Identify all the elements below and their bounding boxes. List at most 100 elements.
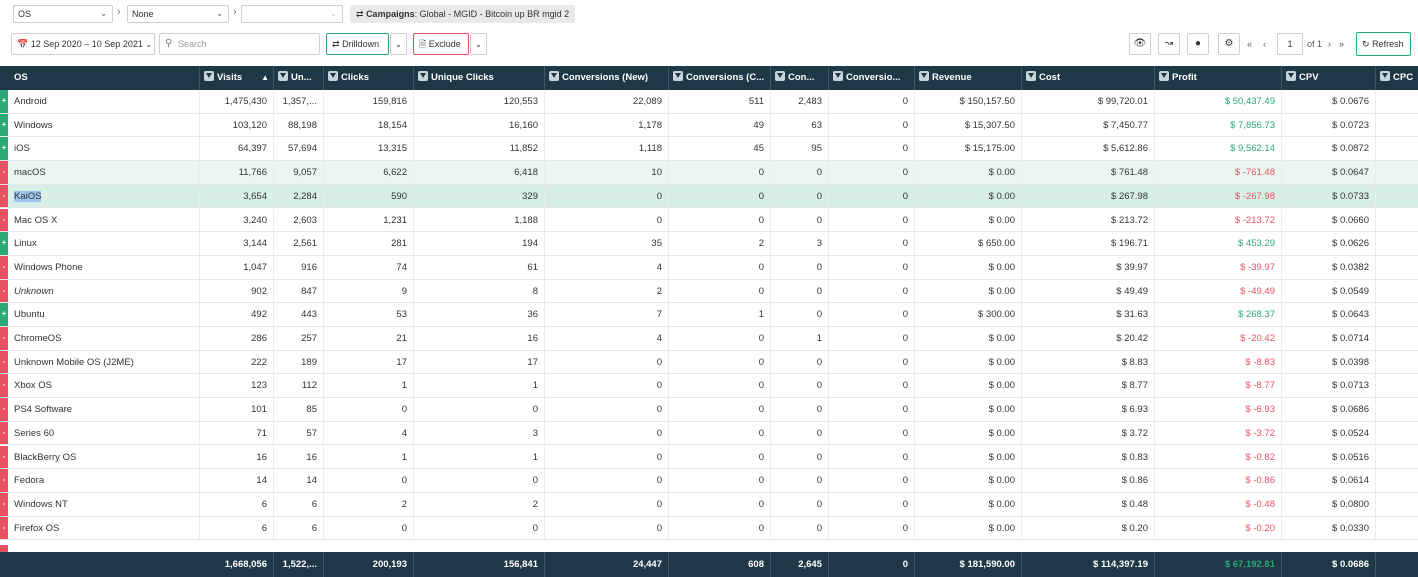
table-row[interactable]: - Unknown Mobile OS (J2ME) 222 189 17 17 0 0 0 0 $… bbox=[0, 350, 1418, 375]
group-select-1[interactable]: OS ⌄ bbox=[13, 5, 113, 23]
search-input[interactable]: ⚲ Search bbox=[159, 33, 320, 55]
table-row[interactable]: - Series 60 71 57 4 3 0 0 0 0 $ 0.00 $ 3.72 $ -3.72 $… bbox=[0, 421, 1418, 446]
column-header-cpc[interactable]: CPC bbox=[1376, 66, 1418, 90]
table-row[interactable]: - ChromeOS 286 257 21 16 4 0 1 0 $ 0.00 $ 20.42 $ -2… bbox=[0, 327, 1418, 351]
cell-conv-c: 0 bbox=[669, 398, 771, 422]
cell-uclicks: 36 bbox=[414, 303, 545, 327]
table-row[interactable]: - Firefox OS 6 6 0 0 0 0 0 0 $ 0.00 $ 0.20 $ -0.20 $ … bbox=[0, 516, 1418, 541]
page-input[interactable]: 1 bbox=[1277, 33, 1303, 55]
cell-profit: $ 7,856.73 bbox=[1155, 113, 1282, 137]
group-select-2[interactable]: None ⌄ bbox=[127, 5, 229, 23]
column-header-clicks[interactable]: Clicks bbox=[324, 66, 414, 90]
table-row[interactable]: + Android 1,475,430 1,357,... 159,816 120,553… bbox=[0, 90, 1418, 114]
cell-profit: $ -6.93 bbox=[1155, 398, 1282, 422]
filter-icon[interactable] bbox=[418, 71, 428, 81]
filter-icon[interactable] bbox=[833, 71, 843, 81]
cell-value: 9,057 bbox=[293, 167, 317, 179]
cell-conv-c: 0 bbox=[669, 445, 771, 469]
exclude-button[interactable]: 🗎 Exclude bbox=[413, 33, 469, 55]
column-header-cpv[interactable]: CPV bbox=[1282, 66, 1376, 90]
table-row[interactable]: - PS4 Software 101 85 0 0 0 0 0 0 $ 0.00 $ 6.93 $ -6… bbox=[0, 398, 1418, 422]
prev-page-icon[interactable]: ‹ bbox=[1263, 33, 1266, 55]
gear-icon[interactable]: ⚙ bbox=[1218, 33, 1240, 55]
column-header-visits[interactable]: Visits ▲ bbox=[200, 66, 274, 90]
cell-value: Xbox OS bbox=[14, 380, 53, 392]
cell-value: 0 bbox=[758, 380, 764, 392]
filter-icon[interactable] bbox=[1159, 71, 1169, 81]
column-header-cost[interactable]: Cost bbox=[1022, 66, 1155, 90]
column-header-unique-visits[interactable]: Un... bbox=[274, 66, 324, 90]
first-page-icon[interactable]: « bbox=[1247, 33, 1252, 55]
campaign-breadcrumb[interactable]: ⇄ Campaigns: Global - MGID - Bitcoin up … bbox=[350, 5, 576, 23]
eye-icon[interactable]: 👁 bbox=[1129, 33, 1151, 55]
drilldown-button[interactable]: ⇄ Drilldown bbox=[326, 33, 389, 55]
refresh-button[interactable]: ↻ Refresh bbox=[1356, 32, 1411, 56]
table-row[interactable]: + Windows 103,120 88,198 18,154 16,160 1,178 49… bbox=[0, 113, 1418, 138]
comment-icon[interactable]: ● bbox=[1187, 33, 1209, 55]
filter-icon[interactable] bbox=[1026, 71, 1036, 81]
cell-clicks: 1 bbox=[324, 374, 414, 398]
cell-os: Ubuntu bbox=[8, 303, 200, 327]
column-header-os[interactable]: OS bbox=[0, 66, 200, 90]
cell-profit: $ 50,437.49 bbox=[1155, 90, 1282, 113]
cell-visits: 6 bbox=[200, 516, 274, 540]
cell-value: $ 7,450.77 bbox=[1103, 119, 1148, 131]
filter-icon[interactable] bbox=[1286, 71, 1296, 81]
table-row[interactable]: + Ubuntu 492 443 53 36 7 1 0 0 $ 300.00 $ 31.63 $ 26… bbox=[0, 303, 1418, 327]
line-chart-icon[interactable]: ↝ bbox=[1158, 33, 1180, 55]
group-select-3[interactable]: ⌄ bbox=[241, 5, 343, 23]
cell-convo: 0 bbox=[829, 232, 915, 256]
cell-profit: $ -0.82 bbox=[1155, 445, 1282, 469]
filter-icon[interactable] bbox=[1380, 71, 1390, 81]
column-header-revenue[interactable]: Revenue bbox=[915, 66, 1022, 90]
table-row[interactable]: - Unknown 902 847 9 8 2 0 0 0 $ 0.00 $ 49.49 $ -49.4… bbox=[0, 279, 1418, 304]
column-header-con[interactable]: Con... bbox=[771, 66, 829, 90]
filter-icon[interactable] bbox=[204, 71, 214, 81]
filter-icon[interactable] bbox=[673, 71, 683, 81]
date-range-picker[interactable]: 📅 12 Sep 2020 – 10 Sep 2021 ⌄ bbox=[11, 33, 155, 55]
filter-icon[interactable] bbox=[328, 71, 338, 81]
table-row[interactable]: - macOS 11,766 9,057 6,622 6,418 10 0 0 0 $ 0.00 $ … bbox=[0, 161, 1418, 185]
table-header: OS Visits ▲ Un... Clicks Unique Clicks Co… bbox=[0, 66, 1418, 90]
exclude-dropdown-button[interactable]: ⌄ bbox=[470, 33, 487, 55]
cell-value: 74 bbox=[396, 261, 407, 273]
cell-cpv: $ 0.0516 bbox=[1282, 445, 1376, 469]
cell-value: 0 bbox=[532, 475, 538, 487]
filter-icon[interactable] bbox=[775, 71, 785, 81]
cell-value: $ -20.42 bbox=[1240, 333, 1275, 344]
cell-value: $ 0.0800 bbox=[1332, 498, 1369, 510]
cell-cpv: $ 0.0686 bbox=[1282, 398, 1376, 422]
column-header-unique-clicks[interactable]: Unique Clicks bbox=[414, 66, 545, 90]
table-row[interactable]: + Linux 3,144 2,561 281 194 35 2 3 0 $ 650.00 $ 196… bbox=[0, 232, 1418, 256]
cell-con: 0 bbox=[771, 469, 829, 493]
column-header-conversio[interactable]: Conversio... bbox=[829, 66, 915, 90]
table-row[interactable]: - Windows Phone 1,047 916 74 61 4 0 0 0 $ 0.00 $ 39… bbox=[0, 255, 1418, 280]
next-page-icon[interactable]: › bbox=[1328, 33, 1331, 55]
row-negative-tag: - bbox=[0, 161, 8, 184]
table-row[interactable]: - KaiOS 3,654 2,284 590 329 0 0 0 0 $ 0.00 $ 267.98… bbox=[0, 184, 1418, 209]
cell-value: 57,694 bbox=[287, 143, 317, 155]
column-header-conversions-new[interactable]: Conversions (New) bbox=[545, 66, 669, 90]
last-page-icon[interactable]: » bbox=[1339, 33, 1344, 55]
cell-value: 0 bbox=[816, 380, 822, 392]
filter-icon[interactable] bbox=[919, 71, 929, 81]
cell-value: 16,160 bbox=[508, 119, 538, 131]
column-header-conversions-c[interactable]: Conversions (C... bbox=[669, 66, 771, 90]
cell-value: 0 bbox=[758, 427, 764, 439]
drilldown-dropdown-button[interactable]: ⌄ bbox=[390, 33, 407, 55]
column-header-profit[interactable]: Profit bbox=[1155, 66, 1282, 90]
cell-cpc bbox=[1376, 303, 1418, 326]
cell-revenue: $ 15,307.50 bbox=[915, 113, 1022, 137]
table-row[interactable]: - Xbox OS 123 112 1 1 0 0 0 0 $ 0.00 $ 8.77 $ -8.77 $… bbox=[0, 374, 1418, 399]
table-row[interactable]: - Mac OS X 3,240 2,603 1,231 1,188 0 0 0 0 $ 0.00 $… bbox=[0, 208, 1418, 233]
filter-icon[interactable] bbox=[278, 71, 288, 81]
table-row[interactable]: + iOS 64,397 57,694 13,315 11,852 1,118 45 95 0 $ … bbox=[0, 137, 1418, 162]
filter-icon[interactable] bbox=[549, 71, 559, 81]
cell-value: $ 0.0676 bbox=[1332, 96, 1369, 107]
table-row[interactable]: - Windows NT 6 6 2 2 0 0 0 0 $ 0.00 $ 0.48 $ -0.48 $ … bbox=[0, 492, 1418, 517]
cell-value: $ 453.29 bbox=[1238, 238, 1275, 250]
table-row[interactable]: - Fedora 14 14 0 0 0 0 0 0 $ 0.00 $ 0.86 $ -0.86 $ 0.… bbox=[0, 469, 1418, 493]
cell-visits: 64,397 bbox=[200, 137, 274, 161]
cell-clicks: 9 bbox=[324, 279, 414, 303]
table-row[interactable]: - BlackBerry OS 16 16 1 1 0 0 0 0 $ 0.00 $ 0.83 $ -0… bbox=[0, 445, 1418, 470]
